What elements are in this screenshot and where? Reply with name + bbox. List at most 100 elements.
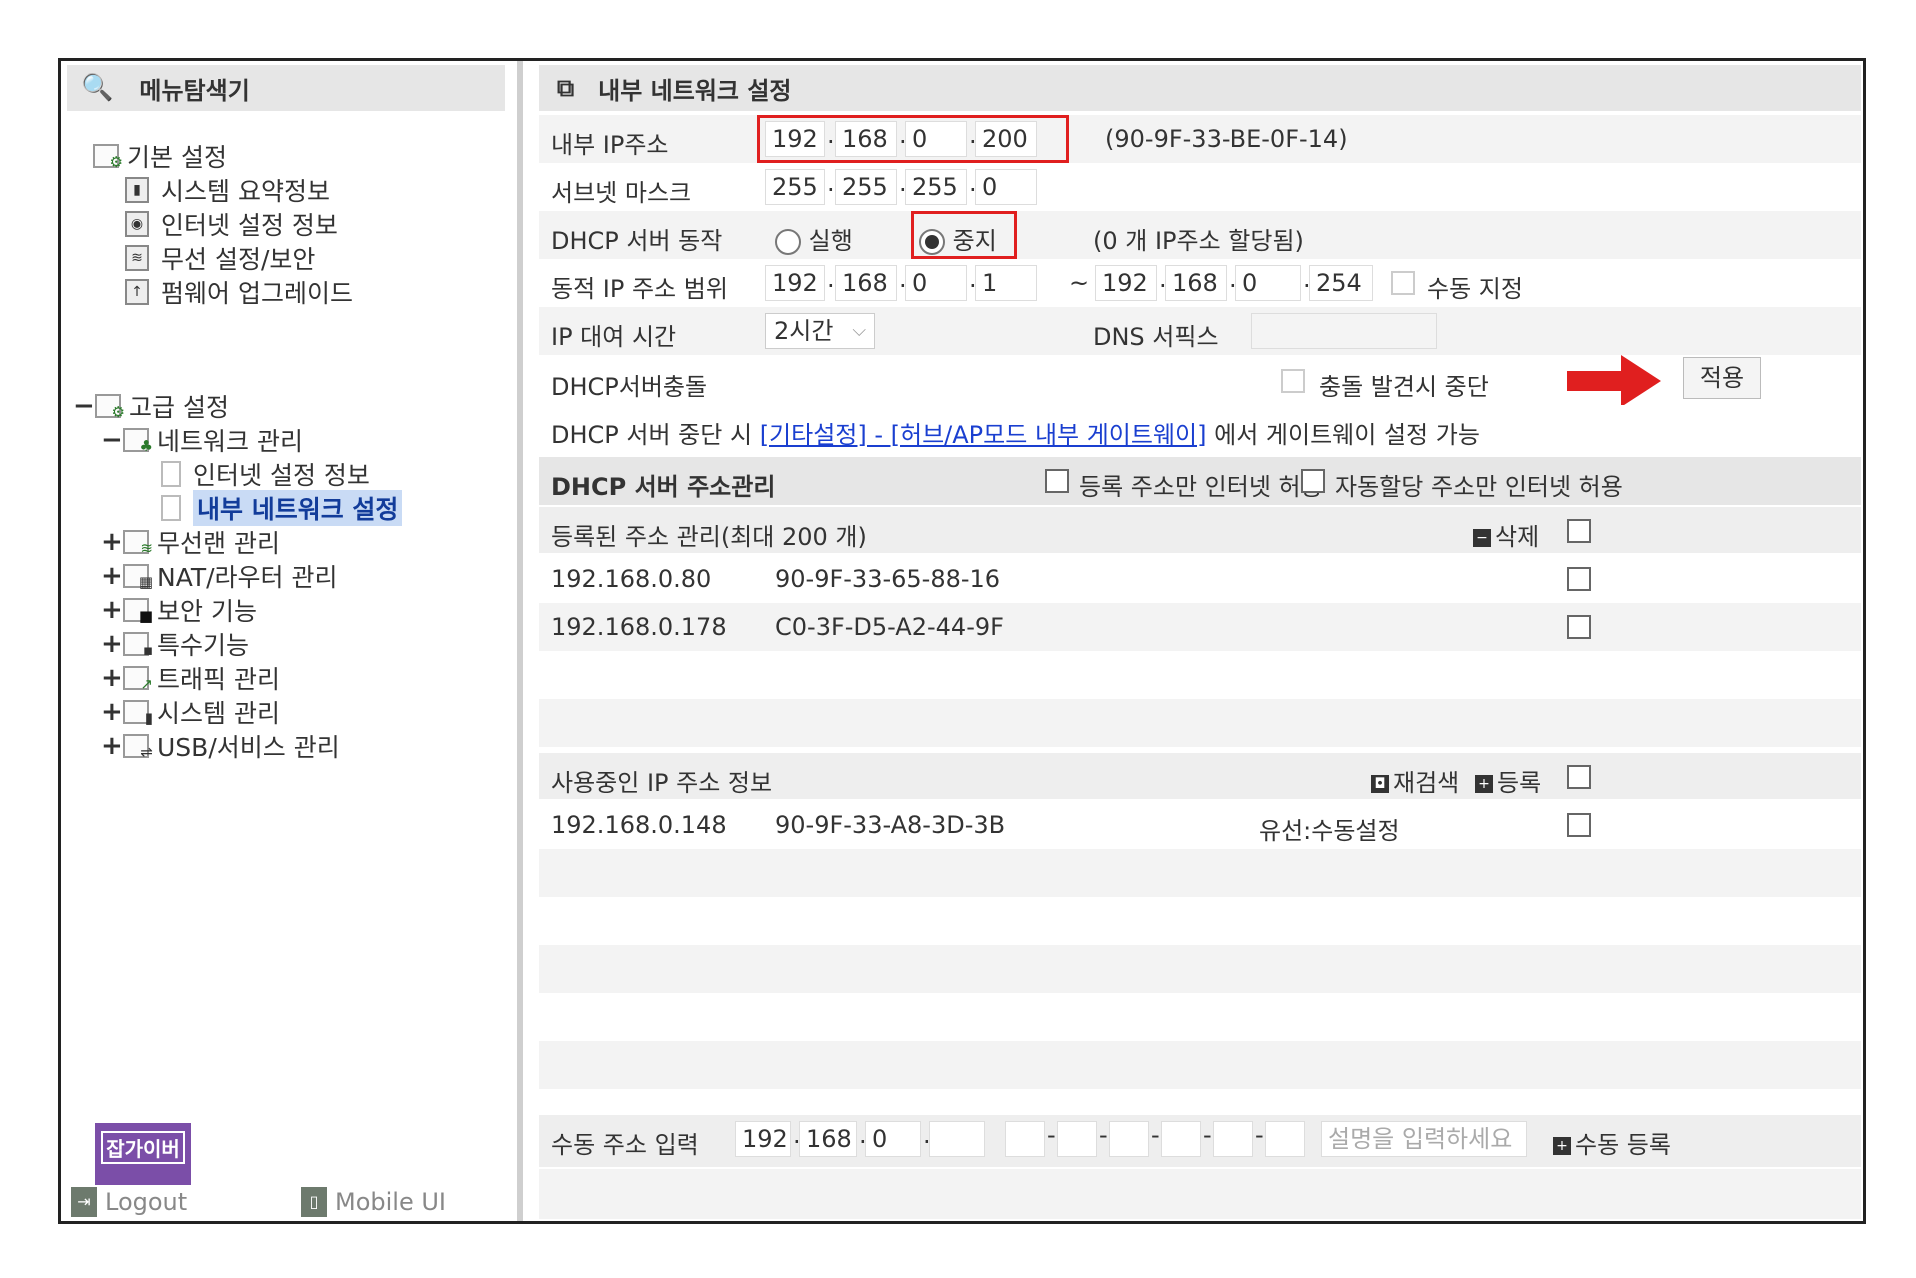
subnet-octet-2[interactable]: 255 — [835, 169, 897, 205]
row-checkbox[interactable] — [1567, 567, 1591, 591]
tree-internet-settings-info[interactable]: 인터넷 설정 정보 — [161, 459, 370, 490]
wireless-icon: ≋ — [125, 245, 149, 271]
lease-time-select[interactable]: 2시간 ⌵ — [765, 313, 875, 349]
tree-wireless-management[interactable]: + ≋ 무선랜 관리 — [101, 527, 280, 558]
folder-router-icon: ▦ — [123, 564, 153, 591]
folder-network-icon: ♣ — [123, 428, 153, 455]
stop-on-conflict-checkbox[interactable] — [1281, 369, 1305, 393]
plus-icon: + — [1475, 775, 1493, 793]
tree-special-functions[interactable]: + ▪ 특수기능 — [101, 629, 249, 660]
tree-internet-info[interactable]: ◉ 인터넷 설정 정보 — [125, 209, 338, 240]
tree-system-management[interactable]: + ▮ 시스템 관리 — [101, 697, 280, 728]
tree-security[interactable]: + ■ 보안 기능 — [101, 595, 257, 626]
chevron-down-icon: ⌵ — [852, 320, 866, 341]
manual-assign-checkbox[interactable] — [1391, 271, 1415, 295]
register-button[interactable]: + 등록 — [1475, 763, 1541, 798]
logout-icon: ⇥ — [71, 1187, 97, 1217]
range-start-octet-3[interactable]: 0 — [905, 265, 967, 301]
manual-ip-octet-2[interactable]: 168 — [799, 1121, 857, 1157]
expand-icon[interactable]: + — [101, 527, 123, 557]
subnet-octet-1[interactable]: 255 — [765, 169, 825, 205]
manual-mac-part-2[interactable] — [1057, 1121, 1097, 1157]
range-end-octet-1[interactable]: 192 — [1095, 265, 1157, 301]
mobile-ui-button[interactable]: ▯ Mobile UI — [301, 1187, 446, 1217]
folder-lock-icon: ■ — [123, 598, 153, 625]
highlight-stop-box — [911, 211, 1017, 259]
range-start-octet-1[interactable]: 192 — [765, 265, 825, 301]
expand-icon[interactable]: + — [101, 697, 123, 727]
mac-address: (90-9F-33-BE-0F-14) — [1105, 125, 1348, 153]
logo: 잡가이버 — [95, 1123, 191, 1185]
logout-button[interactable]: ⇥ Logout — [71, 1187, 187, 1217]
collapse-icon[interactable]: − — [73, 391, 95, 421]
folder-usb-icon: ⇌ — [123, 734, 153, 761]
gateway-note-row: DHCP 서버 중단 시 [기타설정] - [허브/AP모드 내부 게이트웨이]… — [539, 405, 1861, 453]
manual-mac-part-3[interactable] — [1109, 1121, 1149, 1157]
manual-ip-octet-1[interactable]: 192 — [735, 1121, 791, 1157]
range-end-octet-2[interactable]: 168 — [1165, 265, 1227, 301]
tree-firmware-upgrade[interactable]: ↑ 펌웨어 업그레이드 — [125, 277, 353, 308]
tree-basic-settings[interactable]: ⚙ 기본 설정 — [93, 141, 227, 172]
chart-icon: ▮ — [125, 177, 149, 203]
registered-only-checkbox[interactable] — [1045, 469, 1069, 493]
manual-ip-octet-4[interactable] — [929, 1121, 985, 1157]
auto-only-checkbox[interactable] — [1301, 469, 1325, 493]
panel-header: ⧉ 내부 네트워크 설정 — [539, 65, 1861, 111]
table-row: 192.168.0.80 90-9F-33-65-88-16 — [539, 555, 1861, 603]
tree-advanced-settings[interactable]: − ⚙ 고급 설정 — [73, 391, 229, 422]
subnet-octet-4[interactable]: 0 — [975, 169, 1037, 205]
router-admin-window: 🔍 메뉴탐색기 ⚙ 기본 설정 ▮ 시스템 요약정보 ◉ 인터넷 설정 정보 ≋… — [58, 58, 1866, 1224]
page-icon — [161, 461, 181, 487]
collapse-icon[interactable]: − — [101, 425, 123, 455]
manual-mac-part-6[interactable] — [1265, 1121, 1305, 1157]
tree-system-summary[interactable]: ▮ 시스템 요약정보 — [125, 175, 330, 206]
folder-chart-icon: ▮ — [123, 700, 153, 727]
rescan-button[interactable]: ◘ 재검색 — [1371, 763, 1459, 798]
range-start-octet-4[interactable]: 1 — [975, 265, 1037, 301]
folder-special-icon: ▪ — [123, 632, 153, 659]
internal-network-panel: ⧉ 내부 네트워크 설정 내부 IP주소 192 . 168 . 0 . 200… — [535, 61, 1863, 1221]
radio-run[interactable] — [775, 229, 801, 255]
range-start-octet-2[interactable]: 168 — [835, 265, 897, 301]
panel-splitter[interactable] — [511, 61, 533, 1221]
mobile-icon: ▯ — [301, 1187, 327, 1217]
expand-icon[interactable]: + — [101, 663, 123, 693]
subnet-row: 서브넷 마스크 255 . 255 . 255 . 0 — [539, 163, 1861, 211]
rescan-icon: ◘ — [1371, 775, 1389, 793]
gateway-settings-link[interactable]: [기타설정] - [허브/AP모드 내부 게이트웨이] — [760, 421, 1207, 449]
tree-wireless-security[interactable]: ≋ 무선 설정/보안 — [125, 243, 315, 274]
upgrade-icon: ↑ — [125, 279, 149, 305]
row-checkbox[interactable] — [1567, 813, 1591, 837]
dhcp-run-option[interactable]: 실행 — [775, 221, 853, 256]
apply-button[interactable]: 적용 — [1683, 357, 1761, 399]
folder-settings-icon: ⚙ — [95, 394, 125, 421]
manual-mac-part-4[interactable] — [1161, 1121, 1201, 1157]
range-end-octet-4[interactable]: 254 — [1309, 265, 1373, 301]
manual-mac-part-1[interactable] — [1005, 1121, 1045, 1157]
tree-internal-network-settings[interactable]: 내부 네트워크 설정 — [161, 490, 403, 526]
expand-icon[interactable]: + — [101, 561, 123, 591]
manual-register-button[interactable]: + 수동 등록 — [1553, 1125, 1671, 1160]
dns-suffix-input[interactable] — [1251, 313, 1437, 349]
tree-traffic-management[interactable]: + ↗ 트래픽 관리 — [101, 663, 280, 694]
manual-ip-octet-3[interactable]: 0 — [865, 1121, 921, 1157]
table-row: 192.168.0.178 C0-3F-D5-A2-44-9F — [539, 603, 1861, 651]
table-row: 192.168.0.148 90-9F-33-A8-3D-3B 유선:수동설정 — [539, 801, 1861, 849]
select-all-inuse-checkbox[interactable] — [1567, 765, 1591, 789]
select-all-registered-checkbox[interactable] — [1567, 519, 1591, 543]
tree-network-management[interactable]: − ♣ 네트워크 관리 — [101, 425, 303, 456]
range-end-octet-3[interactable]: 0 — [1235, 265, 1301, 301]
subnet-octet-3[interactable]: 255 — [905, 169, 967, 205]
expand-icon[interactable]: + — [101, 731, 123, 761]
expand-icon[interactable]: + — [101, 629, 123, 659]
expand-icon[interactable]: + — [101, 595, 123, 625]
magnifier-icon: 🔍 — [81, 73, 114, 103]
description-input[interactable]: 설명을 입력하세요 — [1321, 1121, 1527, 1157]
row-checkbox[interactable] — [1567, 615, 1591, 639]
tree-nat-router[interactable]: + ▦ NAT/라우터 관리 — [101, 561, 338, 592]
manual-mac-part-5[interactable] — [1213, 1121, 1253, 1157]
folder-traffic-icon: ↗ — [123, 666, 153, 693]
tree-usb-service[interactable]: + ⇌ USB/서비스 관리 — [101, 731, 340, 762]
folder-settings-icon: ⚙ — [93, 144, 123, 171]
delete-button[interactable]: − 삭제 — [1473, 517, 1539, 552]
